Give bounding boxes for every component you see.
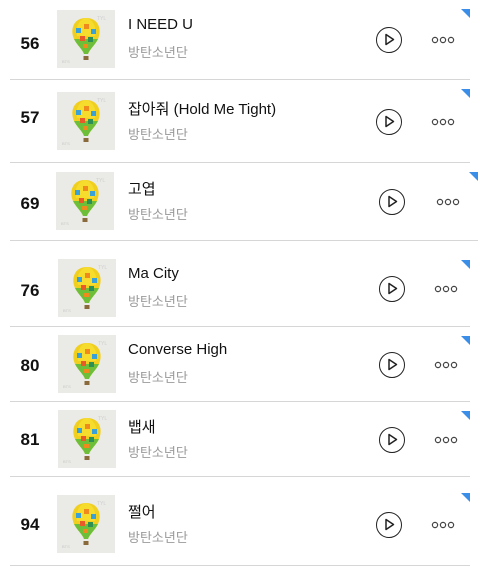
rank-number: 81 [20, 430, 40, 449]
rank-number: 94 [20, 515, 40, 534]
artist-name: 방탄소년단 [128, 207, 188, 222]
album-cover[interactable]: TYL BTS [57, 92, 115, 150]
artist-name: 방탄소년단 [128, 445, 188, 460]
row-divider [10, 565, 470, 566]
play-button[interactable] [379, 352, 405, 378]
rank-number: 80 [20, 356, 40, 375]
svg-text:BTS: BTS [63, 308, 71, 313]
album-cover[interactable]: TYL BTS [58, 410, 116, 468]
more-options-icon [436, 198, 460, 206]
more-options-button[interactable] [436, 198, 460, 206]
play-icon [385, 518, 395, 531]
rank-number: 69 [20, 194, 40, 213]
track-row[interactable]: 56 TYL BTS I NEED U 방탄소년단 [10, 0, 470, 80]
track-row[interactable]: 76 TYL BTS Ma City 방탄소년단 [10, 251, 470, 327]
rank-number: 56 [20, 34, 40, 53]
new-badge-corner [461, 336, 470, 345]
new-badge-corner [461, 493, 470, 502]
svg-text:TYL: TYL [98, 265, 107, 271]
new-badge-corner [461, 260, 470, 269]
more-options-icon [434, 285, 458, 293]
svg-text:BTS: BTS [62, 59, 70, 64]
song-title: I NEED U [128, 16, 194, 33]
new-badge-corner [461, 89, 470, 98]
new-badge-corner [461, 411, 470, 420]
artist-name: 방탄소년단 [128, 370, 188, 385]
svg-text:TYL: TYL [96, 178, 105, 184]
play-button[interactable] [379, 276, 405, 302]
track-row[interactable]: 69 TYL BTS 고엽 방탄소년단 [10, 163, 478, 241]
more-options-button[interactable] [431, 521, 455, 529]
album-cover[interactable]: TYL BTS [58, 259, 116, 317]
artist-name: 방탄소년단 [128, 294, 188, 309]
more-options-icon [434, 361, 458, 369]
hot-air-balloon-icon: TYL BTS [58, 410, 116, 468]
hot-air-balloon-icon: TYL BTS [57, 495, 115, 553]
song-title: 쩔어 [128, 504, 156, 521]
song-title: Ma City [128, 265, 179, 282]
album-cover[interactable]: TYL BTS [57, 495, 115, 553]
svg-text:BTS: BTS [61, 221, 69, 226]
album-cover[interactable]: TYL BTS [56, 172, 114, 230]
track-row[interactable]: 94 TYL BTS 쩔어 방탄소년단 [10, 484, 470, 566]
play-button[interactable] [376, 109, 402, 135]
artist-name: 방탄소년단 [128, 127, 188, 142]
album-cover[interactable]: TYL BTS [58, 335, 116, 393]
row-divider [10, 240, 478, 241]
rank-number: 76 [20, 281, 40, 300]
play-icon [385, 115, 395, 128]
play-icon [388, 358, 398, 371]
play-icon [385, 33, 395, 46]
artist-name: 방탄소년단 [128, 45, 188, 60]
svg-text:TYL: TYL [97, 98, 106, 104]
svg-text:TYL: TYL [97, 16, 106, 22]
track-row[interactable]: 80 TYL BTS Converse High 방탄소년단 [10, 327, 470, 402]
svg-text:BTS: BTS [63, 384, 71, 389]
hot-air-balloon-icon: TYL BTS [56, 172, 114, 230]
more-options-icon [434, 436, 458, 444]
song-title: Converse High [128, 341, 228, 358]
play-icon [388, 195, 398, 208]
play-icon [388, 433, 398, 446]
svg-text:TYL: TYL [97, 501, 106, 507]
hot-air-balloon-icon: TYL BTS [58, 259, 116, 317]
play-button[interactable] [379, 189, 405, 215]
play-button[interactable] [376, 512, 402, 538]
svg-text:BTS: BTS [63, 459, 71, 464]
more-options-button[interactable] [431, 36, 455, 44]
new-badge-corner [461, 9, 470, 18]
rank-number: 57 [20, 108, 40, 127]
more-options-icon [431, 36, 455, 44]
svg-text:TYL: TYL [98, 416, 107, 422]
more-options-button[interactable] [434, 436, 458, 444]
more-options-button[interactable] [434, 361, 458, 369]
play-icon [388, 282, 398, 295]
track-row[interactable]: 57 TYL BTS 잡아줘 (Hold Me Tight) 방탄소년단 [10, 80, 470, 163]
row-divider [10, 476, 470, 477]
song-title: 뱁새 [128, 419, 156, 436]
track-row[interactable]: 81 TYL BTS 뱁새 방탄소년단 [10, 402, 470, 477]
play-button[interactable] [376, 27, 402, 53]
artist-name: 방탄소년단 [128, 530, 188, 545]
svg-text:BTS: BTS [62, 544, 70, 549]
song-title: 잡아줘 (Hold Me Tight) [128, 101, 277, 118]
svg-text:BTS: BTS [62, 141, 70, 146]
hot-air-balloon-icon: TYL BTS [58, 335, 116, 393]
hot-air-balloon-icon: TYL BTS [57, 10, 115, 68]
hot-air-balloon-icon: TYL BTS [57, 92, 115, 150]
svg-text:TYL: TYL [98, 341, 107, 347]
more-options-icon [431, 118, 455, 126]
more-options-button[interactable] [431, 118, 455, 126]
more-options-icon [431, 521, 455, 529]
more-options-button[interactable] [434, 285, 458, 293]
album-cover[interactable]: TYL BTS [57, 10, 115, 68]
play-button[interactable] [379, 427, 405, 453]
new-badge-corner [469, 172, 478, 181]
song-title: 고엽 [128, 181, 156, 198]
